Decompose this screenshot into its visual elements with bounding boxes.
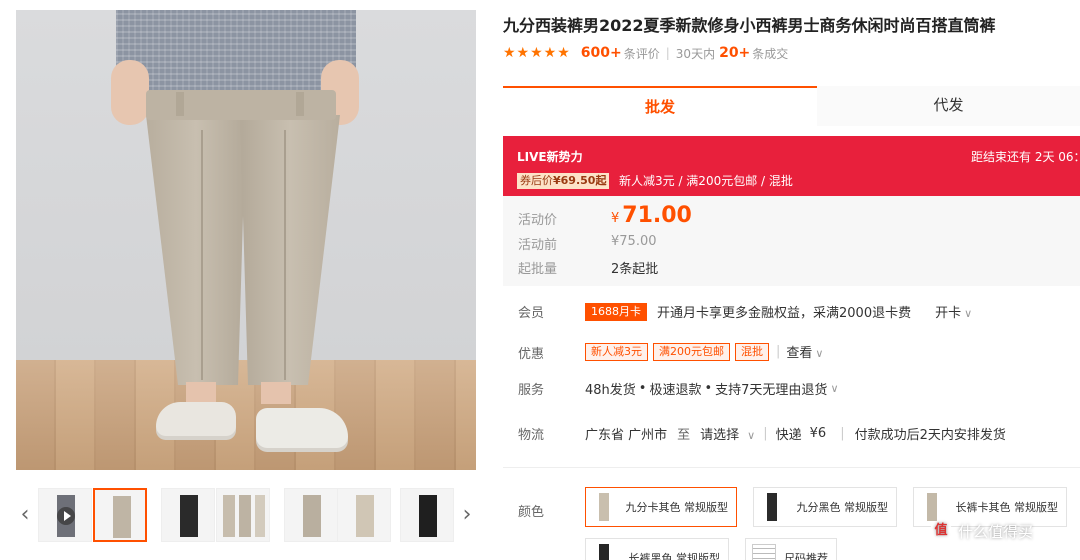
service-item-refund: 极速退款 xyxy=(649,383,702,398)
thumbnail-prev-button[interactable]: ‹ xyxy=(16,486,34,546)
view-discounts-link[interactable]: 查看 ∨ xyxy=(786,342,823,361)
discount-tag-mixed-batch: 混批 xyxy=(735,342,769,361)
discount-row: 新人减3元 满200元包邮 混批 | 查看 ∨ xyxy=(585,342,823,361)
thumbnail-detail-set[interactable] xyxy=(216,488,270,542)
product-title: 九分西装裤男2022夏季新款修身小西裤男士商务休闲时尚百搭直筒裤 xyxy=(503,16,996,35)
chevron-right-icon: › xyxy=(462,502,472,527)
logistics-row: 广东省 广州市 至 请选择 ∨ | 快递 ¥6 | 付款成功后2天内安排发货 xyxy=(585,424,1006,443)
logistics-label: 物流 xyxy=(518,428,545,443)
trouser-crease-right xyxy=(284,130,286,380)
sales-period: 30天内 xyxy=(675,46,716,61)
activity-price: ¥71.00 xyxy=(611,203,692,228)
member-benefit-text: 开通月卡享更多金融权益，采满2000退卡费 xyxy=(657,306,912,321)
open-card-link[interactable]: 开卡 ∨ xyxy=(935,302,972,321)
thumbnail-khaki-back[interactable] xyxy=(284,488,338,542)
color-option-black-long[interactable]: 长裤黑色 常规版型 xyxy=(585,538,729,560)
review-count[interactable]: 600+ xyxy=(581,45,622,61)
service-row[interactable]: 48h发货 • 极速退款 • 支持7天无理由退货 ∨ xyxy=(585,379,839,398)
monthly-card-badge: 1688月卡 xyxy=(585,302,647,321)
size-guide-option[interactable]: 尺码推荐 xyxy=(745,538,837,560)
swatch-image xyxy=(590,491,614,523)
main-product-image[interactable] xyxy=(16,10,476,470)
thumbnail-strip: ‹ › xyxy=(16,486,476,546)
watermark-logo-icon: 值 xyxy=(930,520,952,542)
sneaker-right xyxy=(256,408,348,448)
swatch-image xyxy=(590,542,617,560)
swatch-image xyxy=(918,491,944,523)
tab-dropship[interactable]: 代发 xyxy=(817,86,1080,126)
thumbnail-khaki-flat[interactable] xyxy=(337,488,391,542)
discount-tag-new-user: 新人减3元 xyxy=(585,342,648,361)
service-item-return: 支持7天无理由退货 xyxy=(715,383,828,398)
site-watermark: 值 什么值得买 xyxy=(930,520,1033,542)
swatch-image xyxy=(758,491,785,523)
color-label: 颜色 xyxy=(518,505,545,520)
chevron-down-icon: ∨ xyxy=(830,382,839,395)
thumbnail-khaki-model[interactable] xyxy=(93,488,147,542)
tab-wholesale[interactable]: 批发 xyxy=(503,86,817,126)
trouser-waistband xyxy=(146,90,336,120)
promo-rules: 新人减3元 / 满200元包邮 / 混批 xyxy=(619,174,793,188)
thumbnail-black-model[interactable] xyxy=(161,488,215,542)
review-label: 条评价 xyxy=(623,46,660,61)
model-ankle-left xyxy=(186,382,216,404)
chevron-left-icon: ‹ xyxy=(20,502,30,527)
color-option-khaki-cropped[interactable]: 九分卡其色 常规版型 xyxy=(585,487,737,527)
pre-activity-price: ¥75.00 xyxy=(611,234,657,249)
pre-activity-price-label: 活动前 xyxy=(518,238,558,253)
destination-select[interactable]: 请选择 ∨ xyxy=(700,424,755,443)
promo-banner: LIVE新势力 距结束还有 2天 06：2 券后价¥69.50起 新人减3元 /… xyxy=(503,136,1080,196)
promo-name: LIVE新势力 xyxy=(517,150,583,164)
promo-countdown: 距结束还有 2天 06：2 xyxy=(971,150,1080,164)
member-label: 会员 xyxy=(518,306,545,321)
chevron-down-icon: ∨ xyxy=(964,307,973,320)
moq-label: 起批量 xyxy=(518,262,558,277)
model-ankle-right xyxy=(261,382,291,404)
chevron-down-icon: ∨ xyxy=(815,347,824,360)
color-option-black-cropped[interactable]: 九分黑色 常规版型 xyxy=(753,487,897,527)
star-rating-icon: ★★★★★ xyxy=(503,45,571,61)
thumbnail-video[interactable] xyxy=(38,488,92,542)
sales-label: 条成交 xyxy=(752,46,789,61)
section-divider xyxy=(503,467,1080,468)
activity-price-label: 活动价 xyxy=(518,213,558,228)
shipping-method: 快递 xyxy=(775,428,802,443)
sneaker-left xyxy=(156,402,236,436)
thumbnail-black-flat[interactable] xyxy=(400,488,454,542)
service-item-shipping: 48h发货 xyxy=(585,383,636,398)
play-icon xyxy=(57,507,75,525)
ship-origin: 广东省 广州市 xyxy=(585,428,668,443)
size-chart-icon xyxy=(750,542,776,560)
coupon-price-badge: 券后价¥69.50起 xyxy=(517,173,610,189)
shipping-note: 付款成功后2天内安排发货 xyxy=(854,428,1006,443)
thumbnail-next-button[interactable]: › xyxy=(458,486,476,546)
moq-value: 2条起批 xyxy=(611,262,659,277)
member-row: 1688月卡 开通月卡享更多金融权益，采满2000退卡费 开卡 ∨ xyxy=(585,302,972,321)
sales-count: 20+ xyxy=(719,45,751,61)
purchase-mode-tabs: 批发 代发 xyxy=(503,86,1080,126)
trouser-crease-left xyxy=(201,130,203,380)
rating-summary: ★★★★★ 600+ 条评价 | 30天内 20+ 条成交 xyxy=(503,45,789,61)
service-label: 服务 xyxy=(518,383,545,398)
discount-label: 优惠 xyxy=(518,347,545,362)
model-hand-left xyxy=(111,60,149,125)
price-panel: 活动价 ¥71.00 活动前 ¥75.00 起批量 2条起批 xyxy=(503,196,1080,286)
shipping-fee: ¥6 xyxy=(809,426,827,441)
discount-tag-free-shipping: 满200元包邮 xyxy=(653,342,730,361)
chevron-down-icon: ∨ xyxy=(747,429,756,442)
image-floor xyxy=(16,360,476,470)
